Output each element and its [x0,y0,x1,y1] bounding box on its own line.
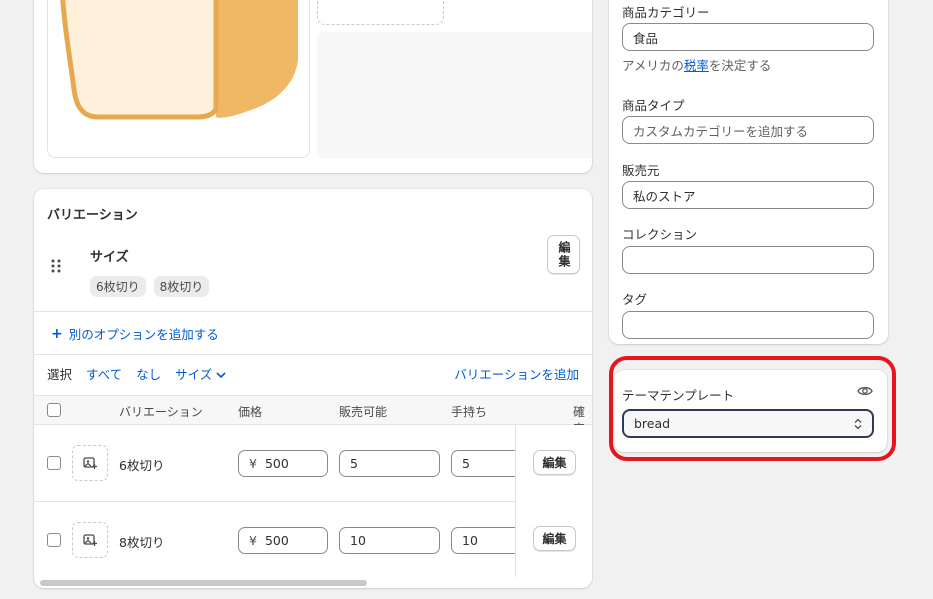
media-upload-dropzone[interactable] [317,0,444,25]
add-option-label: 別のオプションを追加する [68,327,219,342]
column-header-on-hand: 手持ち [451,405,488,419]
variant-image-placeholder[interactable] [72,445,108,481]
edit-column [515,425,592,577]
product-organization-card: 商品カテゴリー 食品 アメリカの税率を決定する 商品タイプ カスタムカテゴリーを… [609,0,888,344]
help-suffix: を決定する [708,58,772,73]
column-header-price: 価格 [238,405,263,419]
image-add-icon [83,457,97,469]
select-size-label: サイズ [175,366,213,382]
horizontal-scrollbar[interactable] [40,580,367,586]
category-input[interactable]: 食品 [622,23,874,51]
vendor-value: 私のストア [633,188,696,204]
tag-label: タグ [622,292,648,307]
media-gallery-area [317,32,592,158]
price-value: 500 [264,533,289,548]
available-input[interactable]: 10 [339,527,440,554]
price-input[interactable]: ¥ 500 [238,527,328,554]
category-value: 食品 [633,30,659,46]
variations-title: バリエーション [47,208,138,223]
divider [34,354,592,355]
select-all-link[interactable]: すべて [86,364,122,383]
variant-name: 6枚切り [119,458,165,473]
add-variation-link[interactable]: バリエーションを追加 [454,364,579,383]
option-value-chip: 8枚切り [153,276,210,297]
available-value: 5 [350,456,358,471]
category-label: 商品カテゴリー [622,5,710,20]
bread-illustration [60,0,298,120]
highlight-annotation [609,356,896,461]
product-image[interactable] [47,0,310,158]
variations-card: バリエーション サイズ 6枚切り 8枚切り 編集 + 別のオプションを追加する … [34,189,592,588]
available-input[interactable]: 5 [339,450,440,477]
divider [34,311,592,312]
row-checkbox[interactable] [47,456,61,470]
edit-variant-button[interactable]: 編集 [533,450,576,475]
collection-label: コレクション [622,227,698,242]
edit-variant-button[interactable]: 編集 [533,526,576,551]
image-add-icon [83,534,97,546]
tax-help-text: アメリカの税率を決定する [622,55,771,74]
vendor-input[interactable]: 私のストア [622,181,874,209]
select-none-link[interactable]: なし [136,364,161,383]
option-name: サイズ [90,250,129,265]
edit-option-button[interactable]: 編集 [547,235,580,274]
option-value-chip: 6枚切り [90,276,146,297]
collection-input[interactable] [622,246,874,274]
drag-handle-icon[interactable] [51,259,61,273]
tag-input[interactable] [622,311,874,339]
price-input[interactable]: ¥ 500 [238,450,328,477]
product-type-label: 商品タイプ [622,98,685,113]
select-label: 選択 [47,366,73,382]
price-value: 500 [264,456,289,471]
column-header-variation: バリエーション [119,405,203,419]
chevron-down-icon [216,371,226,378]
variations-table-header: バリエーション 価格 販売可能 手持ち 確定 [34,395,592,436]
on-hand-value: 5 [462,456,470,471]
help-prefix: アメリカの [622,58,684,73]
variation-filter-bar: 選択 すべて なし サイズ バリエーションを追加 [47,363,579,383]
product-type-placeholder: カスタムカテゴリーを追加する [633,123,809,139]
add-option-link[interactable]: + 別のオプションを追加する [51,324,219,343]
currency-prefix: ¥ [249,456,257,471]
select-size-dropdown[interactable]: サイズ [175,364,226,383]
product-type-input[interactable]: カスタムカテゴリーを追加する [622,116,874,144]
currency-prefix: ¥ [249,533,257,548]
variant-name: 8枚切り [119,535,165,550]
option-values: 6枚切り 8枚切り [90,276,210,297]
variant-image-placeholder[interactable] [72,522,108,558]
vendor-label: 販売元 [622,163,660,178]
tax-rate-link[interactable]: 税率 [684,58,709,73]
table-row[interactable]: 6枚切り ¥ 500 5 5 [34,425,592,502]
select-all-checkbox[interactable] [47,403,61,417]
media-card [34,0,592,173]
plus-icon: + [51,325,63,342]
available-value: 10 [350,533,366,548]
table-row[interactable]: 8枚切り ¥ 500 10 10 [34,502,592,579]
edit-option-label: 編集 [557,240,571,269]
column-header-available: 販売可能 [339,405,388,419]
on-hand-value: 10 [462,533,478,548]
row-checkbox[interactable] [47,533,61,547]
